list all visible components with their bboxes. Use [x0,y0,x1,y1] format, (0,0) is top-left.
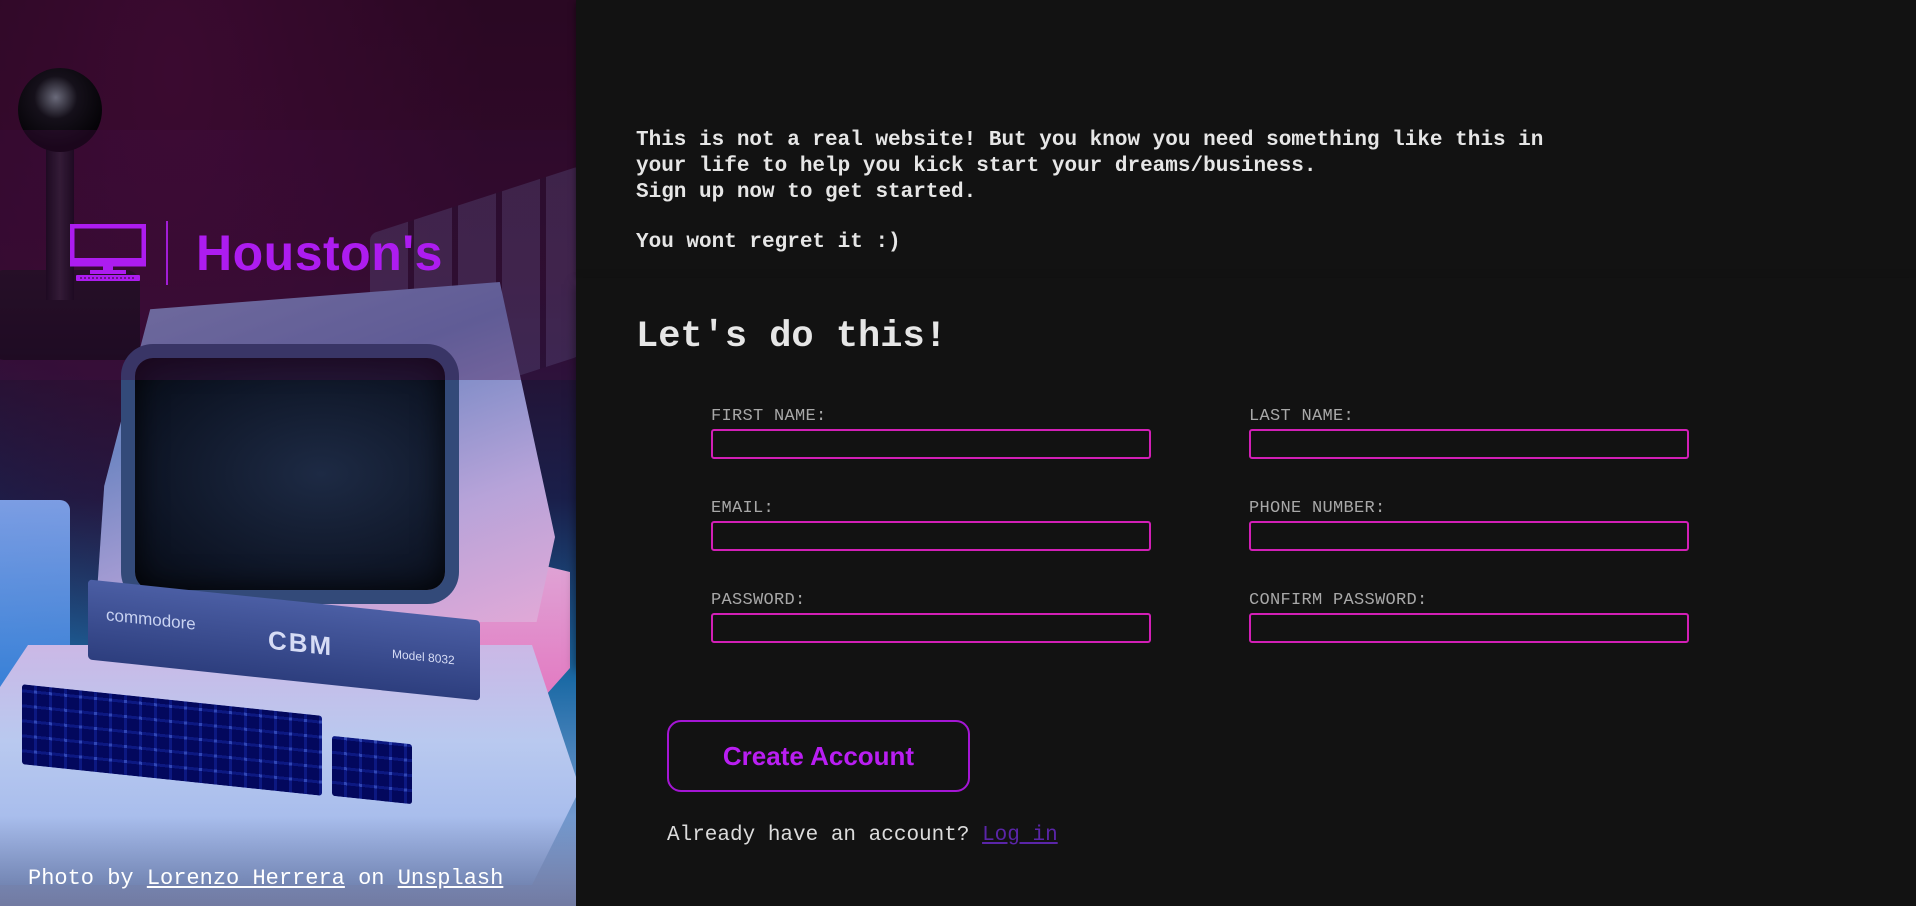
password-group: PASSWORD: [711,591,1151,643]
email-label: EMAIL: [711,499,775,518]
intro-tagline: You wont regret it :) [636,231,901,254]
first-name-field[interactable] [711,429,1151,459]
confirm-password-label: CONFIRM PASSWORD: [1249,591,1428,610]
phone-label: PHONE NUMBER: [1249,499,1386,518]
email-group: EMAIL: [711,499,1151,551]
computer-monitor-icon [70,224,146,281]
create-account-button[interactable]: Create Account [667,720,970,792]
last-name-group: LAST NAME: [1249,407,1689,459]
password-label: PASSWORD: [711,591,806,610]
first-name-label: FIRST NAME: [711,407,827,426]
confirm-password-group: CONFIRM PASSWORD: [1249,591,1689,643]
intro-paragraph: This is not a real website! But you know… [636,129,1544,204]
form-title: Let's do this! [636,316,947,358]
credit-prefix: Photo by [28,866,147,891]
numpad-keys [332,735,412,805]
confirm-password-field[interactable] [1249,613,1689,643]
password-field[interactable] [711,613,1151,643]
credit-middle: on [344,866,398,891]
monitor-screen [135,358,445,590]
signup-form: Let's do this! FIRST NAME: LAST NAME: EM… [576,278,1916,664]
brand-logo[interactable]: Houston's [70,220,443,286]
login-link[interactable]: Log in [982,824,1058,847]
last-name-label: LAST NAME: [1249,407,1355,426]
login-prompt-text: Already have an account? [667,824,983,847]
photo-credit: Photo by Lorenzo Herrera on Unsplash [28,866,503,891]
content-panel: This is not a real website! But you know… [576,0,1916,906]
email-field[interactable] [711,521,1151,551]
first-name-group: FIRST NAME: [711,407,1151,459]
phone-field[interactable] [1249,521,1689,551]
hero-photo-panel: commodore CBM Model 8032 Houston's Photo… [0,0,576,906]
phone-group: PHONE NUMBER: [1249,499,1689,551]
last-name-field[interactable] [1249,429,1689,459]
hero-bottom-shade [0,816,576,906]
intro-section: This is not a real website! But you know… [576,0,1916,278]
login-prompt: Already have an account? Log in [667,824,1058,847]
credit-author-link[interactable]: Lorenzo Herrera [147,866,345,891]
brand-name: Houston's [196,225,443,281]
signup-page: commodore CBM Model 8032 Houston's Photo… [0,0,1916,906]
logo-divider [166,221,168,285]
cta-section: Create Account Already have an account? … [576,664,1916,906]
credit-source-link[interactable]: Unsplash [398,866,504,891]
